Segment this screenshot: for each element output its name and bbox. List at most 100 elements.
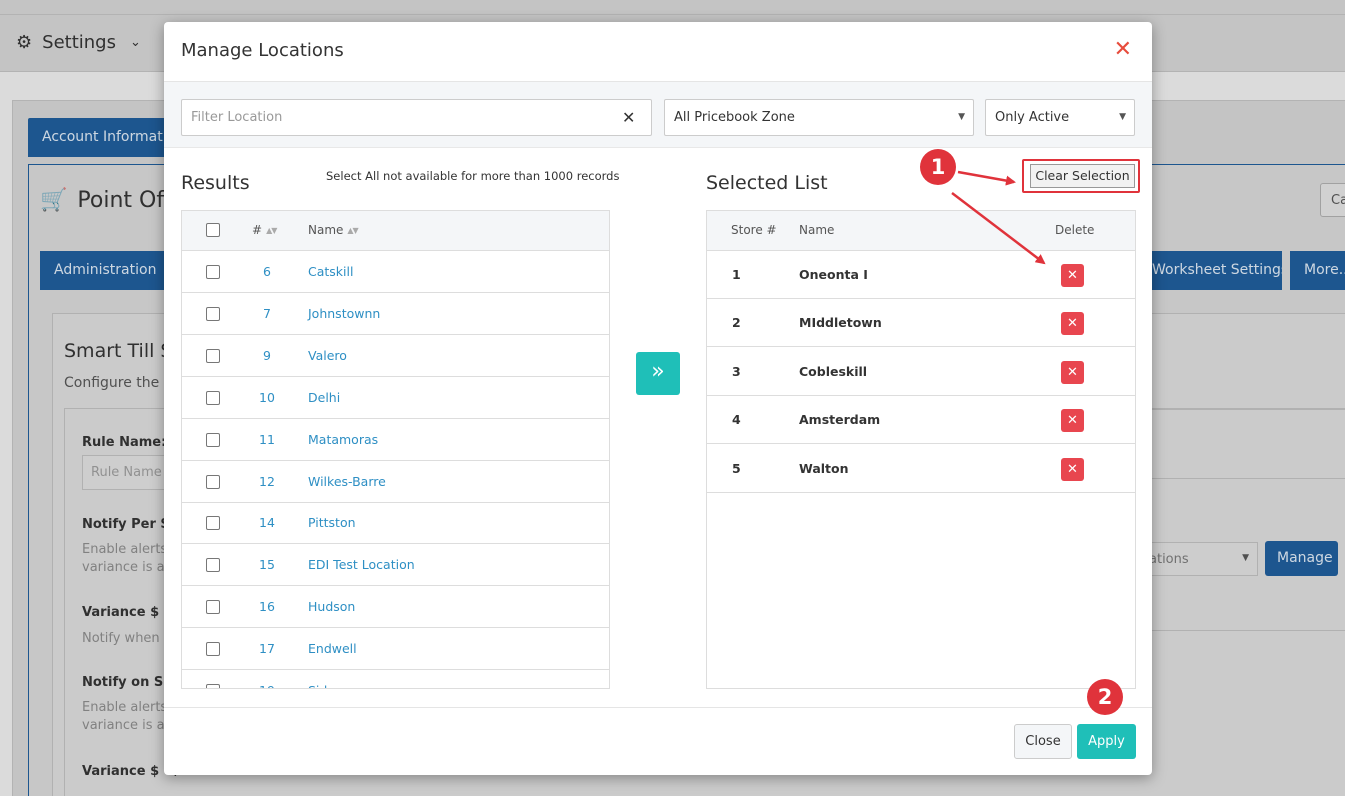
row-checkbox[interactable] <box>206 390 220 405</box>
row-name-link[interactable]: Matamoras <box>308 432 378 447</box>
row-name-link[interactable]: Catskill <box>308 264 353 279</box>
table-row[interactable]: 12 Wilkes-Barre <box>182 461 609 503</box>
close-icon: ✕ <box>1067 461 1078 477</box>
row-checkbox[interactable] <box>206 348 220 363</box>
row-number: 17 <box>259 641 275 657</box>
row-checkbox[interactable] <box>206 558 220 573</box>
row-checkbox[interactable] <box>206 474 220 489</box>
row-number: 16 <box>259 599 275 615</box>
annotation-badge-1: 1 <box>920 149 956 185</box>
close-icon: ✕ <box>1067 268 1078 283</box>
clear-filter-icon[interactable]: ✕ <box>622 108 635 127</box>
delete-button[interactable]: ✕ <box>1061 457 1084 481</box>
table-row[interactable]: 7 Johnstownn <box>182 293 609 335</box>
store-number: 5 <box>732 460 741 476</box>
results-title: Results <box>181 172 250 194</box>
table-row[interactable]: 16 Hudson <box>182 586 609 629</box>
close-icon: ✕ <box>1067 316 1078 332</box>
row-name-link[interactable]: EDI Test Location <box>308 557 415 572</box>
selected-table: Store # Name Delete 1 Oneonta I ✕ 2 MIddleto… <box>706 210 1136 689</box>
manage-locations-modal: Manage Locations ✕ ✕ All Pricebook Zone … <box>164 22 1152 775</box>
results-header: # ▲▼ Name ▲▼ <box>182 211 609 251</box>
modal-footer-divider <box>164 707 1152 708</box>
selected-list-title: Selected List <box>706 172 828 194</box>
row-number: 11 <box>259 431 275 447</box>
column-header-num[interactable]: # ▲▼ <box>252 223 277 237</box>
delete-button[interactable]: ✕ <box>1061 409 1084 433</box>
store-name: Oneonta I <box>799 267 868 282</box>
table-row: 5 Walton ✕ <box>707 445 1135 493</box>
row-checkbox[interactable] <box>206 265 220 279</box>
row-checkbox[interactable] <box>206 600 220 615</box>
sort-icon: ▲▼ <box>347 226 358 235</box>
row-number: 14 <box>259 515 275 531</box>
results-table: # ▲▼ Name ▲▼ 6 Catskill 7 Johnstownn 9 Valero 10… <box>181 210 610 689</box>
select-all-checkbox[interactable] <box>206 223 220 237</box>
add-selected-button[interactable]: » <box>636 352 680 395</box>
delete-button[interactable]: ✕ <box>1061 264 1084 287</box>
table-row: 2 MIddletown ✕ <box>707 299 1135 348</box>
filter-location-input[interactable] <box>181 99 652 136</box>
row-number: 19 <box>242 683 292 688</box>
close-button[interactable]: Close <box>1014 724 1072 759</box>
row-name-link[interactable]: Delhi <box>308 390 340 405</box>
row-number: 10 <box>259 389 275 405</box>
filter-bar: ✕ All Pricebook Zone ▼ Only Active ▼ <box>164 82 1152 148</box>
sort-icon: ▲▼ <box>266 226 277 235</box>
row-name-link[interactable]: Valero <box>308 348 347 363</box>
row-name-link[interactable]: Pittston <box>308 515 356 530</box>
table-row[interactable]: 14 Pittston <box>182 502 609 545</box>
table-row[interactable]: 17 Endwell <box>182 628 609 671</box>
row-number: 12 <box>259 473 275 489</box>
caret-down-icon: ▼ <box>1119 112 1126 122</box>
table-row: 3 Cobleskill ✕ <box>707 348 1135 396</box>
row-checkbox[interactable] <box>206 642 220 657</box>
store-name: Walton <box>799 460 849 476</box>
close-icon[interactable]: ✕ <box>1114 37 1132 63</box>
column-header-name: Name <box>799 223 835 237</box>
close-icon: ✕ <box>1067 413 1078 429</box>
row-name-link[interactable]: Wilkes-Barre <box>308 474 386 489</box>
table-row[interactable]: 15 EDI Test Location <box>182 544 609 587</box>
row-checkbox[interactable] <box>206 516 220 531</box>
row-number: 15 <box>259 557 275 573</box>
row-name-link[interactable]: Hudson <box>308 599 355 614</box>
column-header-name[interactable]: Name ▲▼ <box>308 223 359 237</box>
column-header-delete: Delete <box>1055 223 1095 237</box>
row-number: 9 <box>263 347 271 363</box>
table-row[interactable]: 11 Matamoras <box>182 419 609 461</box>
row-checkbox[interactable] <box>206 432 220 447</box>
store-name: Amsterdam <box>799 412 881 428</box>
store-number: 1 <box>732 267 741 282</box>
table-row[interactable]: 10 Delhi <box>182 377 609 419</box>
store-name: MIddletown <box>799 315 882 331</box>
delete-button[interactable]: ✕ <box>1061 360 1084 384</box>
delete-button[interactable]: ✕ <box>1061 312 1084 336</box>
select-all-note: Select All not available for more than 1… <box>326 169 620 183</box>
table-row[interactable]: 6 Catskill <box>182 251 609 293</box>
row-name-link[interactable]: Sidney <box>308 683 350 688</box>
column-header-store: Store # <box>731 223 777 237</box>
table-row: 1 Oneonta I ✕ <box>707 251 1135 299</box>
row-number: 6 <box>263 264 271 279</box>
row-name-link[interactable]: Endwell <box>308 641 357 656</box>
double-chevron-right-icon: » <box>651 359 665 384</box>
pricebook-zone-select[interactable]: All Pricebook Zone ▼ <box>664 99 974 136</box>
close-icon: ✕ <box>1067 364 1078 380</box>
table-row: 4 Amsterdam ✕ <box>707 396 1135 445</box>
table-row[interactable]: 9 Valero <box>182 335 609 377</box>
table-row[interactable]: 19 Sidney <box>182 670 609 688</box>
modal-header: Manage Locations ✕ <box>164 22 1152 82</box>
annotation-badge-2: 2 <box>1087 679 1123 715</box>
store-number: 2 <box>732 315 741 331</box>
row-checkbox[interactable] <box>206 684 220 688</box>
store-name: Cobleskill <box>799 363 868 379</box>
store-number: 4 <box>732 412 741 428</box>
status-select[interactable]: Only Active ▼ <box>985 99 1135 136</box>
row-number: 7 <box>263 305 271 321</box>
clear-selection-button[interactable]: Clear Selection <box>1030 164 1135 188</box>
row-checkbox[interactable] <box>206 306 220 321</box>
row-name-link[interactable]: Johnstownn <box>308 306 380 321</box>
apply-button[interactable]: Apply <box>1077 724 1136 759</box>
store-number: 3 <box>732 363 741 379</box>
